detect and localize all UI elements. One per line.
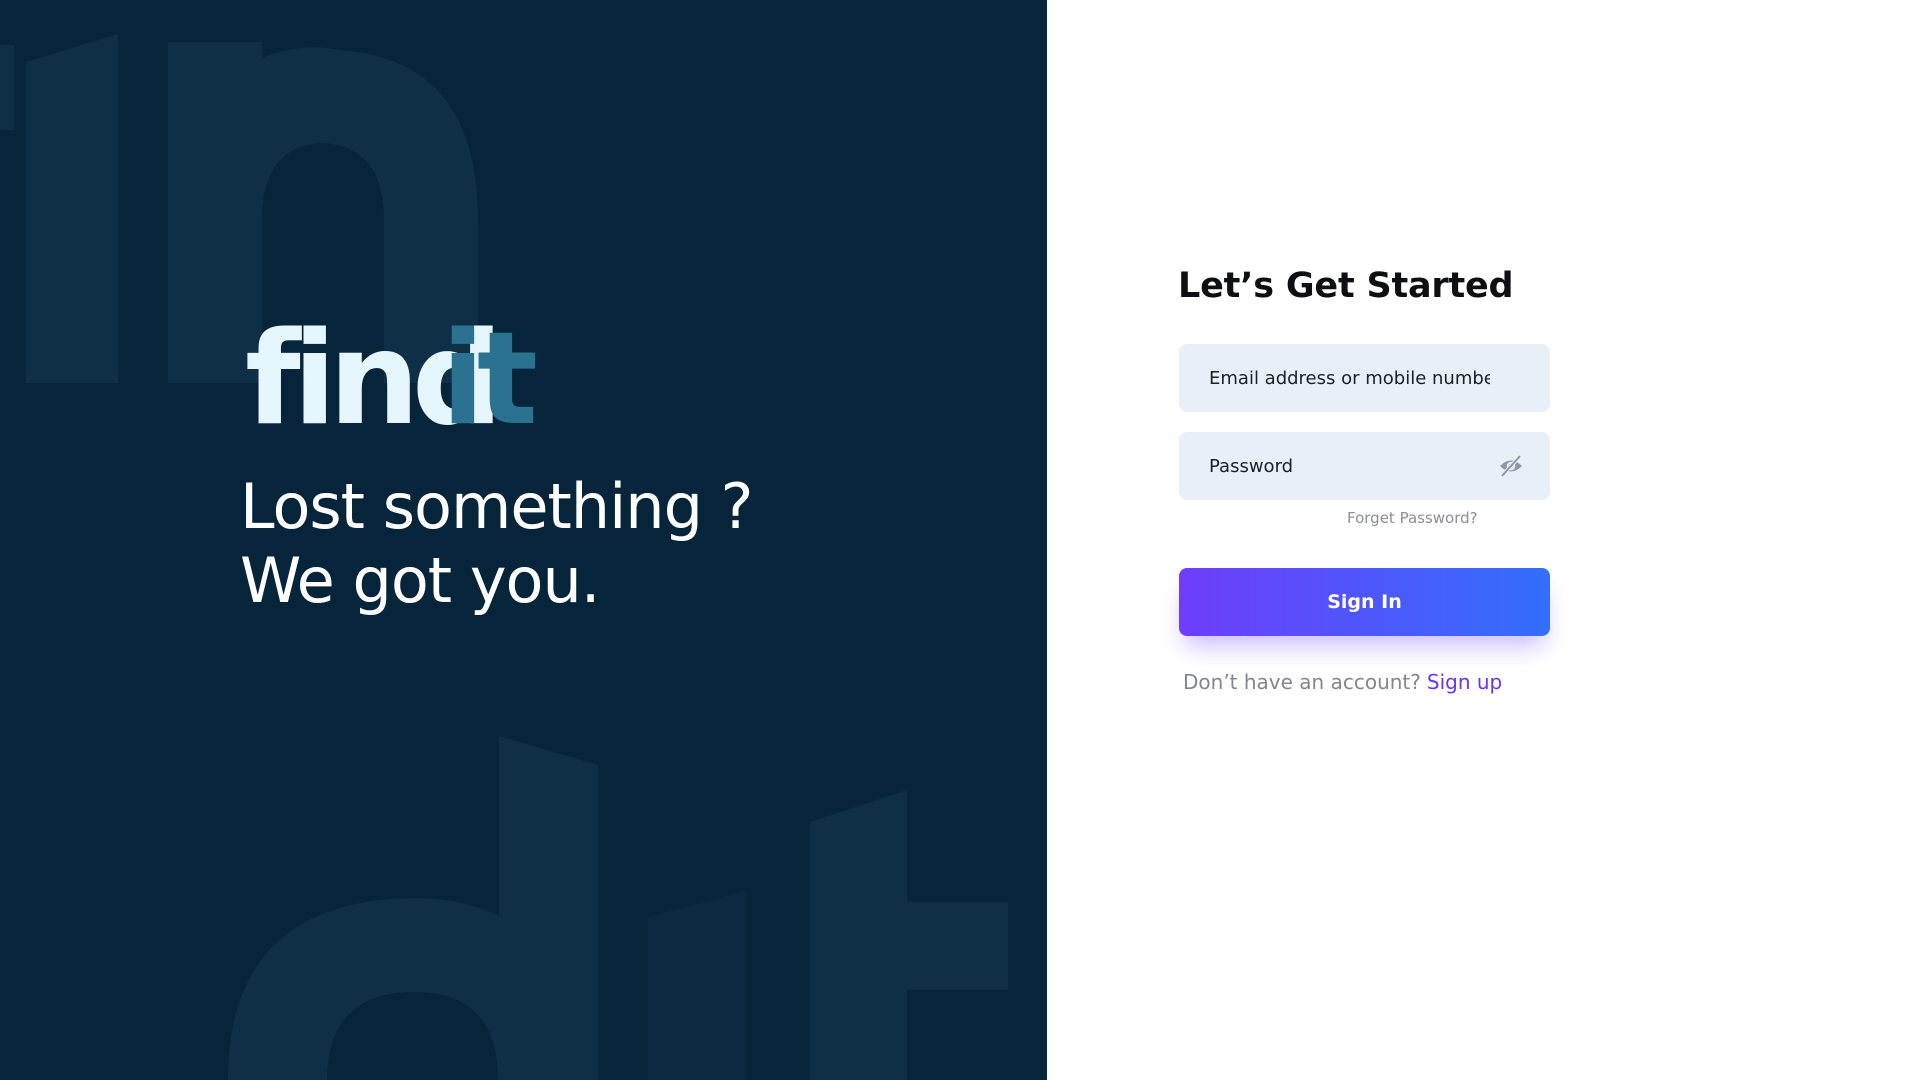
tagline-line-2: We got you. [240,544,600,617]
sign-in-form-panel: Let’s Get Started [1047,0,1920,1080]
sign-up-link[interactable]: Sign up [1427,670,1502,694]
email-field-container [1179,344,1550,412]
sign-in-button[interactable]: Sign In [1179,568,1550,636]
forgot-password-link[interactable]: Forget Password? [1347,509,1478,527]
eye-slash-icon[interactable] [1498,454,1524,478]
no-account-text: Don’t have an account? [1183,670,1421,694]
email-input[interactable] [1179,344,1550,412]
login-page: find it Lost something ? We got you. Let… [0,0,1920,1080]
svg-text:it: it [441,310,536,450]
sign-up-prompt: Don’t have an account? Sign up [1183,670,1502,694]
hero-tagline: Lost something ? We got you. [240,470,754,618]
tagline-line-1: Lost something ? [240,470,754,543]
form-title: Let’s Get Started [1178,266,1514,306]
password-input[interactable] [1179,432,1550,500]
hero-panel: find it Lost something ? We got you. [0,0,1047,1080]
findit-logo: find it [245,310,544,450]
password-field-container [1179,432,1550,500]
